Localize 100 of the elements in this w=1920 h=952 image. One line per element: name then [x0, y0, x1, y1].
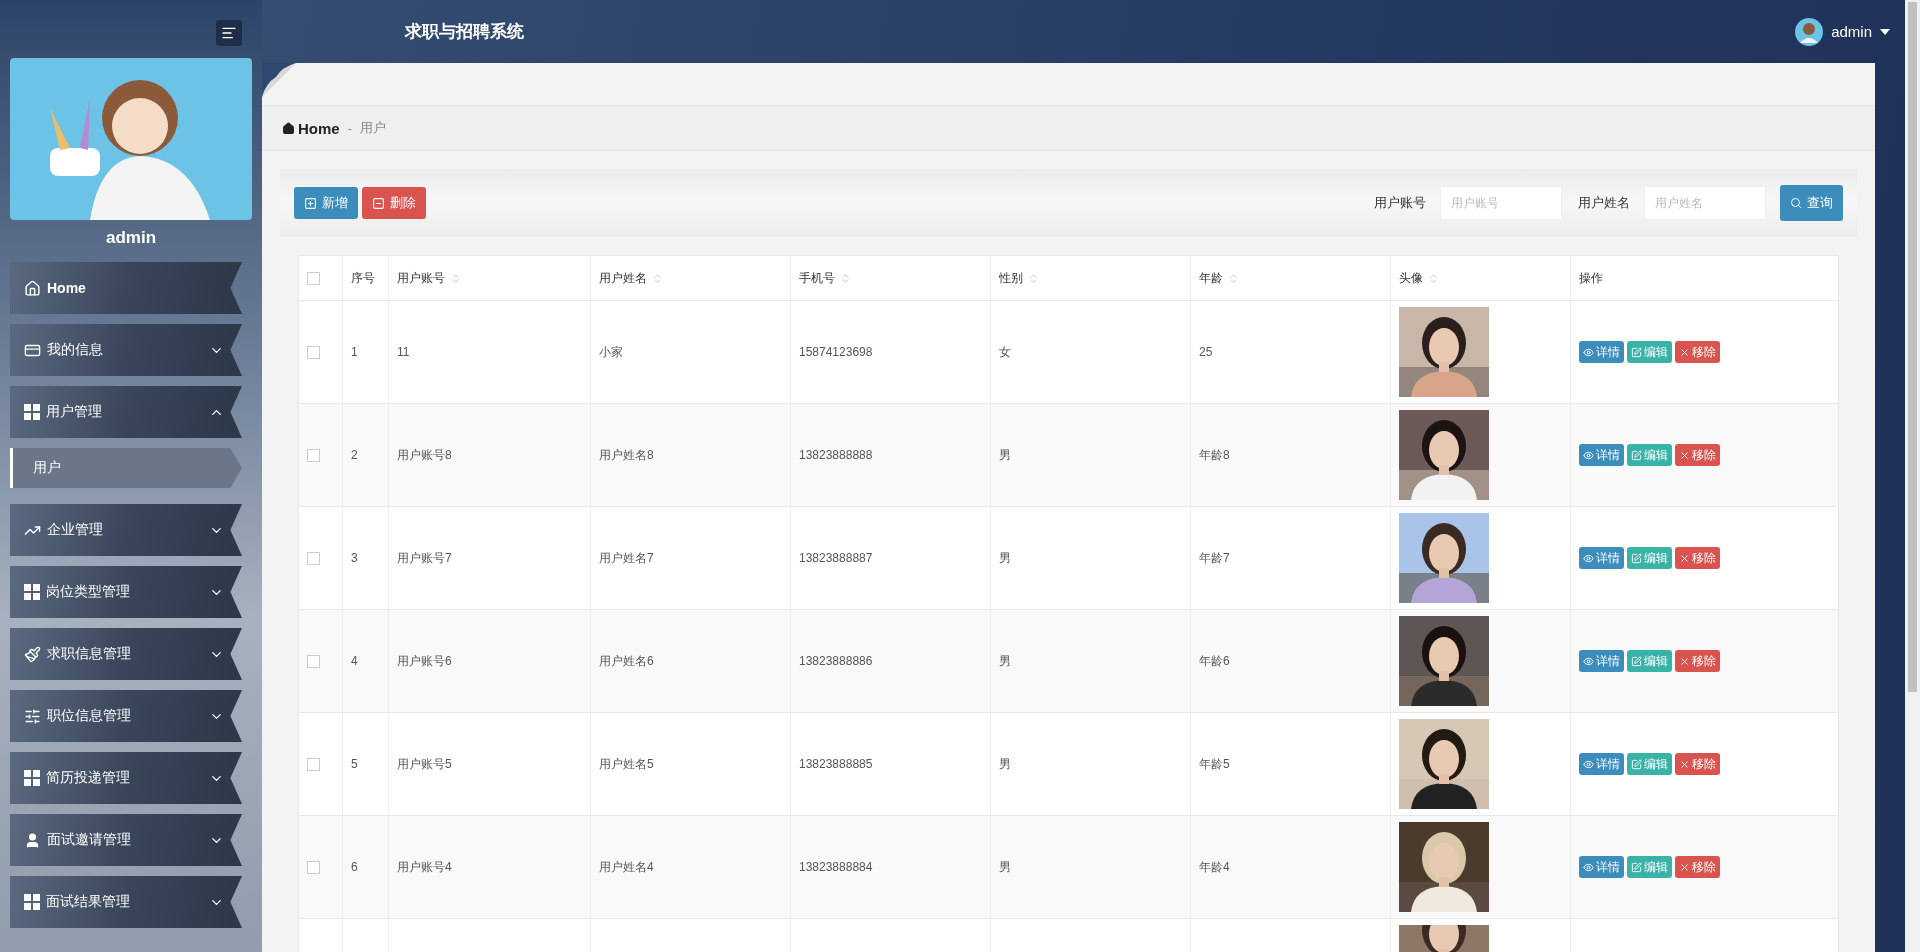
column-header[interactable]: 用户姓名	[599, 269, 663, 287]
edit-button[interactable]: 编辑	[1627, 547, 1672, 569]
menu-item[interactable]: 面试结果管理	[10, 876, 242, 928]
table-cell: 6	[351, 860, 358, 874]
breadcrumb-home-link[interactable]: Home	[282, 119, 340, 137]
column-header[interactable]: 头像	[1399, 269, 1439, 287]
menu-item[interactable]: 企业管理	[10, 504, 242, 556]
add-button[interactable]: 新增	[294, 187, 358, 219]
user-menu[interactable]: admin	[1831, 23, 1872, 40]
table-cell: 用户姓名5	[599, 755, 654, 773]
remove-button[interactable]: 移除	[1675, 547, 1720, 569]
table-cell: 用户姓名7	[599, 549, 654, 567]
menu-item[interactable]: 用户管理	[10, 386, 242, 438]
table-cell: 男	[999, 446, 1011, 464]
menu-item[interactable]: 面试邀请管理	[10, 814, 242, 866]
checkbox[interactable]	[307, 448, 320, 462]
remove-button[interactable]: 移除	[1675, 341, 1720, 363]
grid-icon	[24, 404, 40, 420]
edit-icon	[1631, 552, 1642, 564]
user-icon	[24, 831, 41, 849]
remove-button[interactable]: 移除	[1675, 650, 1720, 672]
breadcrumb-separator: -	[347, 120, 353, 136]
checkbox[interactable]	[307, 345, 320, 359]
breadcrumb-current: 用户	[360, 119, 387, 137]
eye-icon	[1583, 861, 1594, 873]
checkbox[interactable]	[307, 271, 320, 285]
plus-icon	[304, 196, 317, 210]
view-button[interactable]: 详情	[1579, 341, 1624, 363]
close-icon	[1679, 552, 1690, 564]
edit-button[interactable]: 编辑	[1627, 753, 1672, 775]
sort-icon	[1028, 272, 1039, 284]
view-button[interactable]: 详情	[1579, 444, 1624, 466]
menu-item[interactable]: 我的信息	[10, 324, 242, 376]
column-header[interactable]: 性别	[999, 269, 1039, 287]
menu-item[interactable]: 职位信息管理	[10, 690, 242, 742]
app-title: 求职与招聘系统	[405, 21, 524, 43]
checkbox[interactable]	[307, 551, 320, 565]
search-field[interactable]: 用户姓名	[1644, 186, 1766, 220]
column-header[interactable]: 手机号	[799, 269, 851, 287]
edit-icon	[1631, 346, 1642, 358]
sort-icon	[1228, 272, 1239, 284]
search-field[interactable]: 用户账号	[1440, 186, 1562, 220]
close-icon	[1679, 758, 1690, 770]
sort-icon	[1428, 272, 1439, 284]
table-cell: 13823888886	[799, 654, 873, 668]
edit-button[interactable]: 编辑	[1627, 650, 1672, 672]
eye-icon	[1583, 449, 1594, 461]
view-button[interactable]: 详情	[1579, 753, 1624, 775]
menu-item[interactable]: 岗位类型管理	[10, 566, 242, 618]
grid-icon	[24, 584, 40, 600]
view-button[interactable]: 详情	[1579, 650, 1624, 672]
table-cell: 5	[351, 757, 358, 771]
close-icon	[1679, 655, 1690, 667]
checkbox[interactable]	[307, 654, 320, 668]
close-icon	[1679, 861, 1690, 873]
edit-icon	[1631, 449, 1642, 461]
close-icon	[1679, 449, 1690, 461]
menu-item[interactable]: 简历投递管理	[10, 752, 242, 804]
delete-button[interactable]: 删除	[362, 187, 426, 219]
checkbox[interactable]	[307, 757, 320, 771]
table-cell: 女	[999, 343, 1011, 361]
table-cell: 男	[999, 549, 1011, 567]
edit-button[interactable]: 编辑	[1627, 856, 1672, 878]
menu-toggle-button[interactable]	[216, 20, 242, 46]
view-button[interactable]: 详情	[1579, 547, 1624, 569]
edit-icon	[1631, 861, 1642, 873]
column-header[interactable]: 年龄	[1199, 269, 1239, 287]
edit-button[interactable]: 编辑	[1627, 341, 1672, 363]
table-cell: 25	[1199, 345, 1213, 359]
checkbox[interactable]	[307, 860, 320, 874]
table-cell: 年龄7	[1199, 549, 1230, 567]
edit-button[interactable]: 编辑	[1627, 444, 1672, 466]
column-header: 操作	[1579, 269, 1603, 287]
table-cell: 1	[351, 345, 358, 359]
remove-button[interactable]: 移除	[1675, 856, 1720, 878]
caret-icon[interactable]	[1880, 27, 1890, 36]
search-button[interactable]: 查询	[1780, 185, 1843, 221]
table-cell: 13823888888	[799, 448, 873, 462]
brush-icon	[24, 645, 41, 663]
remove-button[interactable]: 移除	[1675, 753, 1720, 775]
table-cell: 用户账号4	[397, 858, 452, 876]
table-cell: 年龄4	[1199, 858, 1230, 876]
user-avatar-icon[interactable]	[1795, 17, 1824, 46]
table-cell: 13823888887	[799, 551, 873, 565]
menu-item[interactable]: Home	[10, 262, 242, 314]
table-cell: 4	[351, 654, 358, 668]
table-cell: 13823888885	[799, 757, 873, 771]
search-label: 用户账号	[1374, 194, 1426, 212]
remove-button[interactable]: 移除	[1675, 444, 1720, 466]
table-cell: 男	[999, 755, 1011, 773]
table-cell: 用户账号8	[397, 446, 452, 464]
menu-item[interactable]: 求职信息管理	[10, 628, 242, 680]
table-cell: 15874123698	[799, 345, 873, 359]
table-cell: 小家	[599, 343, 623, 361]
submenu-item[interactable]: 用户	[10, 448, 242, 488]
scrollbar-thumb[interactable]	[1908, 2, 1917, 692]
close-icon	[1679, 346, 1690, 358]
minus-icon	[372, 196, 385, 210]
column-header[interactable]: 用户账号	[397, 269, 461, 287]
view-button[interactable]: 详情	[1579, 856, 1624, 878]
